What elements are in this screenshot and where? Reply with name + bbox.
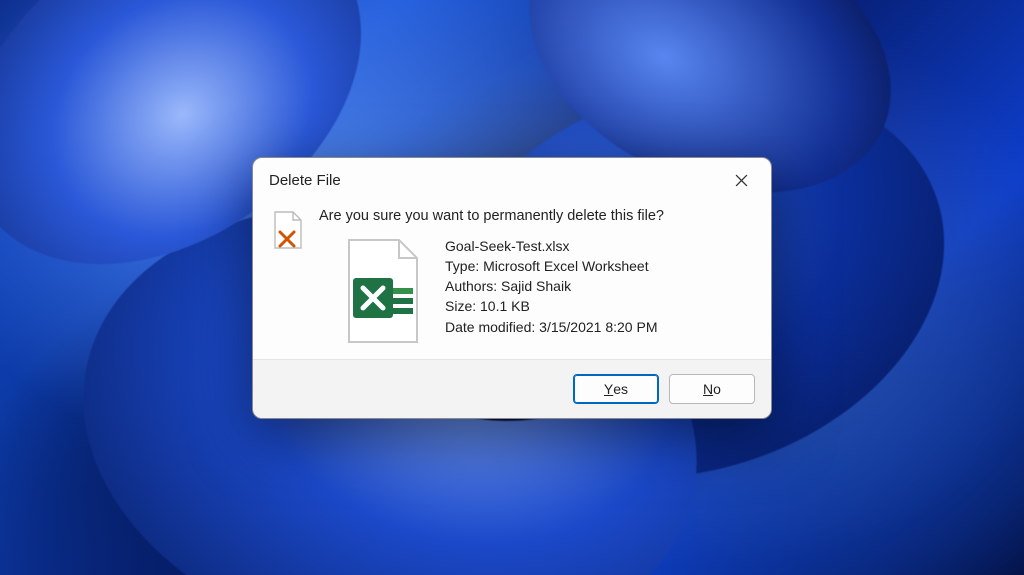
file-type-label: Type: [445, 258, 483, 274]
no-button-mnemonic: N [703, 381, 713, 397]
file-authors-label: Authors: [445, 278, 501, 294]
file-size-label: Size: [445, 298, 480, 314]
file-size: Size: 10.1 KB [445, 296, 657, 316]
no-button[interactable]: No [669, 374, 755, 404]
dialog-question: Are you sure you want to permanently del… [319, 208, 753, 224]
yes-button[interactable]: Yes [573, 374, 659, 404]
dialog-body: Are you sure you want to permanently del… [253, 202, 771, 359]
dialog-titlebar[interactable]: Delete File [253, 158, 771, 202]
delete-file-warning-icon [271, 208, 305, 351]
desktop-wallpaper: Delete File Are y [0, 0, 1024, 575]
file-modified-value: 3/15/2021 8:20 PM [539, 319, 657, 335]
close-icon [735, 174, 748, 187]
file-type-value: Microsoft Excel Worksheet [483, 258, 648, 274]
excel-file-icon [339, 236, 427, 351]
file-modified: Date modified: 3/15/2021 8:20 PM [445, 317, 657, 337]
file-type: Type: Microsoft Excel Worksheet [445, 256, 657, 276]
yes-button-post: es [613, 381, 628, 397]
file-metadata: Goal-Seek-Test.xlsx Type: Microsoft Exce… [445, 236, 657, 351]
delete-file-dialog: Delete File Are y [252, 157, 772, 419]
dialog-content: Are you sure you want to permanently del… [319, 208, 753, 351]
file-details-row: Goal-Seek-Test.xlsx Type: Microsoft Exce… [339, 236, 753, 351]
file-size-value: 10.1 KB [480, 298, 530, 314]
close-button[interactable] [723, 168, 759, 194]
yes-button-mnemonic: Y [604, 381, 613, 397]
dialog-title: Delete File [269, 172, 341, 189]
dialog-footer: Yes No [253, 359, 771, 418]
file-authors-value: Sajid Shaik [501, 278, 571, 294]
no-button-post: o [713, 381, 721, 397]
file-name: Goal-Seek-Test.xlsx [445, 236, 657, 256]
file-modified-label: Date modified: [445, 319, 539, 335]
file-authors: Authors: Sajid Shaik [445, 276, 657, 296]
